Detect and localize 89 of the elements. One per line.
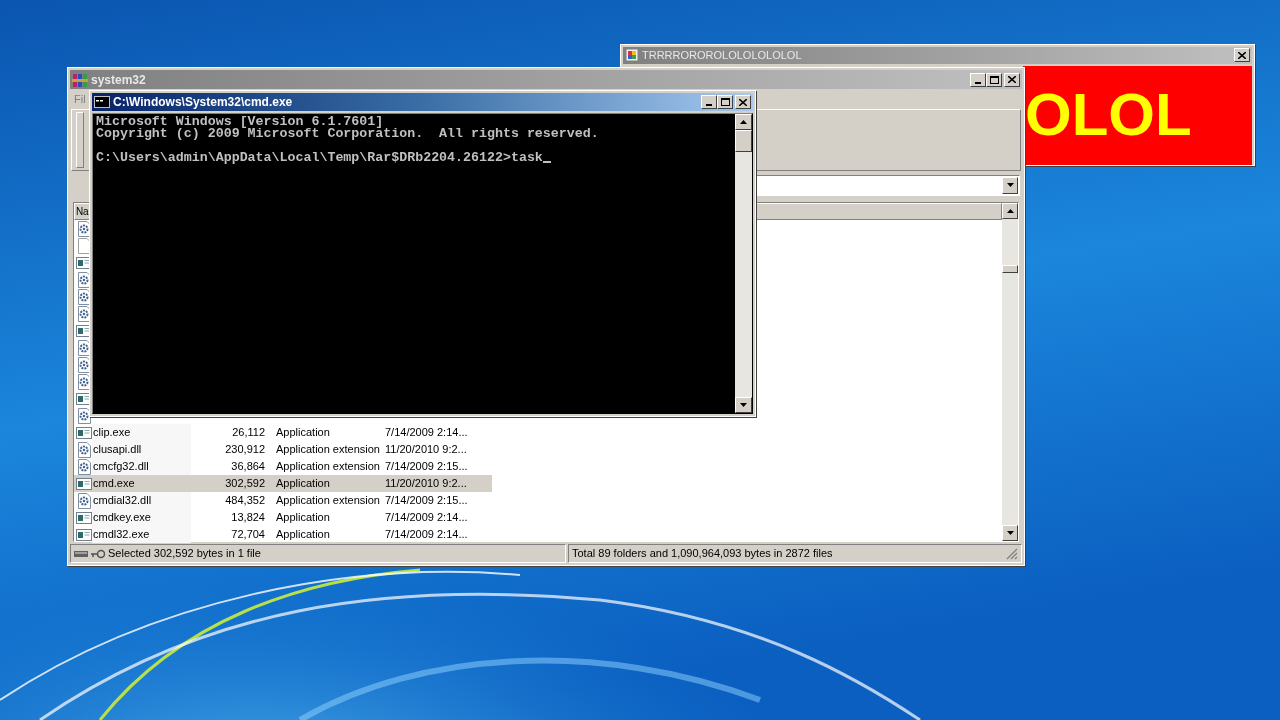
gear-file-icon [76, 441, 92, 458]
file-row[interactable]: cmdkey.exe 13,824 Application 7/14/2009 2:14... [74, 509, 492, 526]
close-icon [1238, 51, 1246, 59]
program-icon [76, 509, 92, 526]
minimize-icon [975, 81, 981, 84]
status-text: Selected 302,592 bytes in 1 file [108, 546, 261, 562]
file-type: Application [275, 476, 331, 492]
maximize-icon [720, 98, 730, 106]
scrollbar[interactable] [735, 114, 752, 413]
file-size: 230,912 [224, 442, 265, 458]
scroll-thumb[interactable] [1002, 265, 1018, 273]
dropdown-button[interactable] [1002, 176, 1018, 194]
file-name: cmdial32.dll [92, 492, 191, 509]
program-icon [76, 475, 92, 492]
console-line: Copyright (c) 2009 Microsoft Corporation. All rights reserved. [96, 128, 600, 140]
file-date: 11/20/2010 9:2... [385, 476, 468, 492]
caret-icon [1006, 183, 1014, 187]
close-button[interactable] [1004, 72, 1020, 87]
toolbar-button[interactable] [76, 112, 84, 168]
text-cursor [542, 161, 551, 163]
banner: OLOL [1023, 65, 1252, 165]
file-date: 7/14/2009 2:14... [385, 527, 469, 543]
drive-icon [74, 549, 88, 558]
address-field[interactable] [754, 174, 1020, 196]
file-name: cmcfg32.dll [92, 458, 191, 475]
column-header[interactable]: Na [74, 203, 90, 220]
file-type: Application extension [275, 442, 381, 458]
file-type: Application [275, 425, 331, 441]
close-button[interactable] [735, 95, 751, 109]
console-prompt: C:\Users\admin\AppData\Local\Temp\Rar$DRb2204.26122>task [96, 152, 543, 164]
file-name: clip.exe [92, 424, 191, 441]
scroll-thumb[interactable] [735, 130, 752, 152]
file-row[interactable]: cmd.exe 302,592 Application 11/20/2010 9:2... [74, 475, 492, 492]
app-icon [625, 48, 639, 63]
maximize-button[interactable] [717, 95, 733, 109]
file-size: 302,592 [224, 476, 265, 492]
minimize-icon [706, 104, 712, 106]
file-date: 7/14/2009 2:15... [385, 493, 469, 509]
gear-file-icon [76, 458, 92, 475]
maximize-icon [989, 75, 999, 84]
file-type: Application [275, 527, 331, 543]
gear-file-icon [76, 492, 92, 509]
minimize-button[interactable] [701, 95, 717, 109]
file-name: cmd.exe [92, 476, 136, 492]
file-type: Application extension [275, 493, 381, 509]
window-title: system32 [91, 71, 147, 89]
scroll-down-button[interactable] [735, 397, 752, 413]
console-area[interactable]: Microsoft Windows [Version 6.1.7601] Copyright (c) 2009 Microsoft Corporation. All rights reserved. C:\Users\admin\AppData\Local\Temp\Rar$DRb2204.26122>task [93, 114, 735, 413]
file-type: Application extension [275, 459, 381, 475]
file-row[interactable]: cmdial32.dll 484,352 Application extension 7/14/2009 2:15... [74, 492, 492, 509]
file-size: 26,112 [231, 425, 265, 441]
file-size: 13,824 [230, 510, 265, 526]
maximize-button[interactable] [986, 72, 1002, 87]
close-icon [739, 98, 747, 106]
resize-grip-icon[interactable] [1006, 547, 1018, 560]
file-size: 36,864 [230, 459, 265, 475]
file-date: 7/14/2009 2:15... [385, 459, 469, 475]
file-row[interactable]: cmdl32.exe 72,704 Application 7/14/2009 2:14... [74, 526, 492, 543]
console-icon [94, 96, 110, 108]
down-arrow-icon [740, 403, 747, 407]
close-icon [1008, 76, 1016, 83]
file-name: cmdl32.exe [92, 526, 191, 543]
scroll-up-button[interactable] [1002, 203, 1018, 219]
down-arrow-icon [1006, 531, 1014, 535]
close-button[interactable] [1234, 48, 1250, 63]
console-line: Microsoft Windows [Version 6.1.7601] [96, 116, 384, 128]
scroll-up-button[interactable] [735, 114, 752, 130]
file-date: 7/14/2009 2:14... [385, 510, 469, 526]
file-date: 7/14/2009 2:14... [385, 425, 469, 441]
minimize-button[interactable] [970, 72, 986, 87]
up-arrow-icon [740, 120, 747, 124]
books-icon [72, 71, 88, 88]
file-name: cmdkey.exe [92, 509, 191, 526]
file-date: 11/20/2010 9:2... [385, 442, 468, 458]
key-icon [91, 548, 105, 559]
window-title: C:\Windows\System32\cmd.exe [113, 94, 294, 111]
scroll-down-button[interactable] [1002, 525, 1018, 541]
window-title: TRRRROROROLOLOLOLOLOL [642, 48, 803, 63]
status-text: Total 89 folders and 1,090,964,093 bytes in 2872 files [572, 546, 834, 562]
scrollbar[interactable] [1002, 203, 1018, 541]
file-size: 72,704 [230, 527, 265, 543]
program-icon [76, 424, 92, 441]
up-arrow-icon [1006, 209, 1014, 213]
file-name: clusapi.dll [92, 441, 191, 458]
file-row[interactable]: clip.exe 26,112 Application 7/14/2009 2:14... [74, 424, 492, 441]
file-type: Application [275, 510, 331, 526]
file-size: 484,352 [224, 493, 265, 509]
file-row[interactable]: clusapi.dll 230,912 Application extension 11/20/2010 9:2... [74, 441, 492, 458]
file-row[interactable]: cmcfg32.dll 36,864 Application extension 7/14/2009 2:15... [74, 458, 492, 475]
